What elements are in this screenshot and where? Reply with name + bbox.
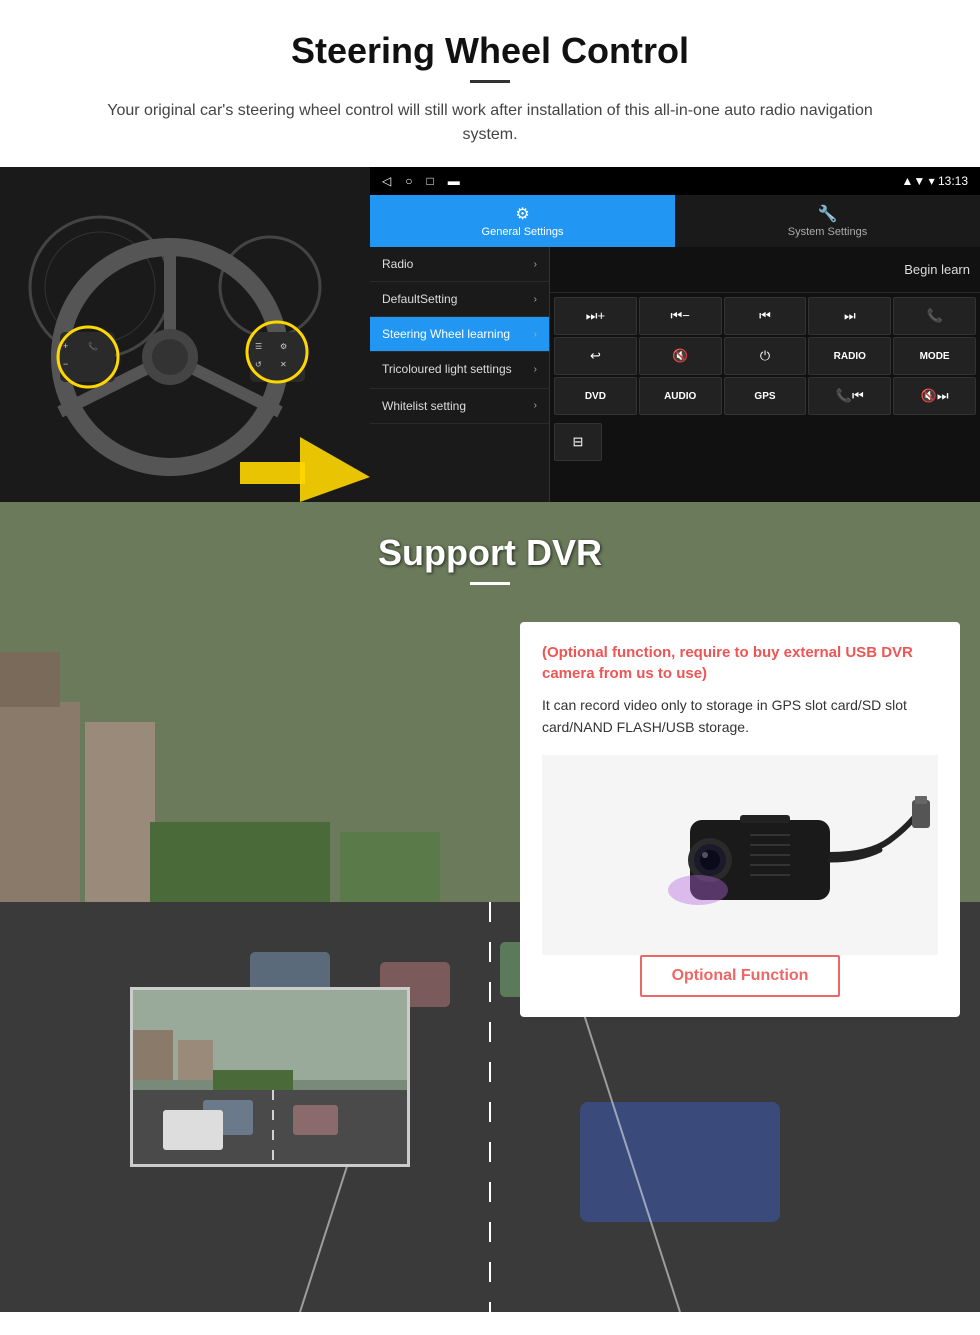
menu-arrow-icon-3: › xyxy=(534,329,537,340)
ctrl-audio[interactable]: AUDIO xyxy=(639,377,722,415)
steering-section: Steering Wheel Control Your original car… xyxy=(0,0,980,147)
android-topbar: ◁ ○ □ ▬ ▲▼ ▾ 13:13 xyxy=(370,167,980,195)
menu-item-tricolour-label: Tricoloured light settings xyxy=(382,362,512,378)
wifi-icon: ▾ xyxy=(929,174,938,188)
svg-text:📞: 📞 xyxy=(88,341,98,351)
ctrl-phone-prev[interactable]: 📞⏮ xyxy=(808,377,891,415)
ctrl-back[interactable]: ↩ xyxy=(554,337,637,375)
system-icon: 🔧 xyxy=(818,204,838,224)
ctrl-dvd[interactable]: DVD xyxy=(554,377,637,415)
recents-icon[interactable]: □ xyxy=(426,174,433,188)
steering-wheel-photo: + − 📞 ☰ ⚙ ↺ ✕ xyxy=(0,167,370,502)
dvr-thumbnail-image xyxy=(130,987,410,1167)
dvr-optional-text: (Optional function, require to buy exter… xyxy=(542,642,938,684)
menu-item-radio-label: Radio xyxy=(382,257,413,271)
ctrl-power[interactable]: ⏻ xyxy=(724,337,807,375)
thumbnail-svg xyxy=(133,990,410,1167)
control-buttons-grid: ⏭+ ⏮− ⏮ ⏭ 📞 ↩ 🔇 ⏻ RADIO MODE DVD AUDIO G… xyxy=(550,293,980,419)
ctrl-mute-next[interactable]: 🔇⏭ xyxy=(893,377,976,415)
android-content-area: Radio › DefaultSetting › Steering Wheel … xyxy=(370,247,980,502)
svg-text:☰: ☰ xyxy=(255,342,262,351)
ctrl-mute[interactable]: 🔇 xyxy=(639,337,722,375)
tab-system-settings[interactable]: 🔧 System Settings xyxy=(675,195,980,247)
menu-icon[interactable]: ▬ xyxy=(448,174,460,188)
ctrl-gps[interactable]: GPS xyxy=(724,377,807,415)
time-display: 13:13 xyxy=(938,174,968,188)
title-divider xyxy=(470,80,510,83)
menu-arrow-icon-4: › xyxy=(534,364,537,375)
svg-text:⚙: ⚙ xyxy=(280,342,287,351)
ctrl-dvr-icon[interactable]: ⊟ xyxy=(554,423,602,461)
android-right-panel: Begin learn ⏭+ ⏮− ⏮ ⏭ 📞 ↩ 🔇 ⏻ RADIO MODE… xyxy=(550,247,980,502)
car-ui-composite: + − 📞 ☰ ⚙ ↺ ✕ ◁ ○ □ ▬ ▲▼ ▾ 13:1 xyxy=(0,167,980,502)
dvr-camera-illustration xyxy=(542,755,938,955)
ctrl-phone[interactable]: 📞 xyxy=(893,297,976,335)
steering-wheel-bg: + − 📞 ☰ ⚙ ↺ ✕ xyxy=(0,167,370,502)
menu-arrow-icon-5: › xyxy=(534,400,537,411)
svg-text:+: + xyxy=(63,341,68,351)
ctrl-vol-down[interactable]: ⏮− xyxy=(639,297,722,335)
steering-title: Steering Wheel Control xyxy=(40,30,940,72)
android-ui-panel: ◁ ○ □ ▬ ▲▼ ▾ 13:13 ⚙ General Settings 🔧 … xyxy=(370,167,980,502)
menu-item-radio[interactable]: Radio › xyxy=(370,247,549,282)
optional-function-button[interactable]: Optional Function xyxy=(640,955,841,997)
dvr-title: Support DVR xyxy=(0,532,980,574)
dvr-description: It can record video only to storage in G… xyxy=(542,694,938,739)
menu-item-tricolour[interactable]: Tricoloured light settings › xyxy=(370,352,549,389)
dvr-title-area: Support DVR xyxy=(0,502,980,603)
back-icon[interactable]: ◁ xyxy=(382,174,391,188)
dvr-divider xyxy=(470,582,510,585)
menu-item-default-setting[interactable]: DefaultSetting › xyxy=(370,282,549,317)
ctrl-next-track[interactable]: ⏭ xyxy=(808,297,891,335)
android-nav-icons: ◁ ○ □ ▬ xyxy=(382,174,460,188)
svg-text:✕: ✕ xyxy=(280,360,287,369)
ctrl-mode[interactable]: MODE xyxy=(893,337,976,375)
gear-icon: ⚙ xyxy=(515,204,529,224)
menu-arrow-icon-2: › xyxy=(534,294,537,305)
steering-subtitle: Your original car's steering wheel contr… xyxy=(80,99,900,147)
tab-general-settings[interactable]: ⚙ General Settings xyxy=(370,195,675,247)
menu-arrow-icon: › xyxy=(534,259,537,270)
signal-icon: ▲▼ xyxy=(902,174,929,188)
begin-learn-row: Begin learn xyxy=(550,247,980,293)
tab-general-label: General Settings xyxy=(482,226,564,238)
begin-learn-button[interactable]: Begin learn xyxy=(904,262,970,277)
steering-wheel-svg: + − 📞 ☰ ⚙ ↺ ✕ xyxy=(0,167,370,502)
thumbnail-road-scene xyxy=(133,990,407,1164)
home-icon[interactable]: ○ xyxy=(405,174,412,188)
android-status-bar: ▲▼ ▾ 13:13 xyxy=(902,174,968,188)
svg-text:↺: ↺ xyxy=(255,360,262,369)
tab-system-label: System Settings xyxy=(788,226,867,238)
dvr-info-card: (Optional function, require to buy exter… xyxy=(520,622,960,1017)
menu-item-default-label: DefaultSetting xyxy=(382,292,457,306)
dvr-section: Support DVR xyxy=(0,502,980,1312)
ctrl-radio[interactable]: RADIO xyxy=(808,337,891,375)
android-menu: Radio › DefaultSetting › Steering Wheel … xyxy=(370,247,550,502)
menu-item-steering-wheel[interactable]: Steering Wheel learning › xyxy=(370,317,549,352)
menu-item-steering-label: Steering Wheel learning xyxy=(382,327,510,341)
android-tabs: ⚙ General Settings 🔧 System Settings xyxy=(370,195,980,247)
ctrl-prev-track[interactable]: ⏮ xyxy=(724,297,807,335)
menu-item-whitelist-label: Whitelist setting xyxy=(382,399,466,413)
menu-item-whitelist[interactable]: Whitelist setting › xyxy=(370,389,549,424)
svg-text:−: − xyxy=(63,359,68,369)
ctrl-vol-up[interactable]: ⏭+ xyxy=(554,297,637,335)
dvr-camera-svg xyxy=(550,760,930,950)
